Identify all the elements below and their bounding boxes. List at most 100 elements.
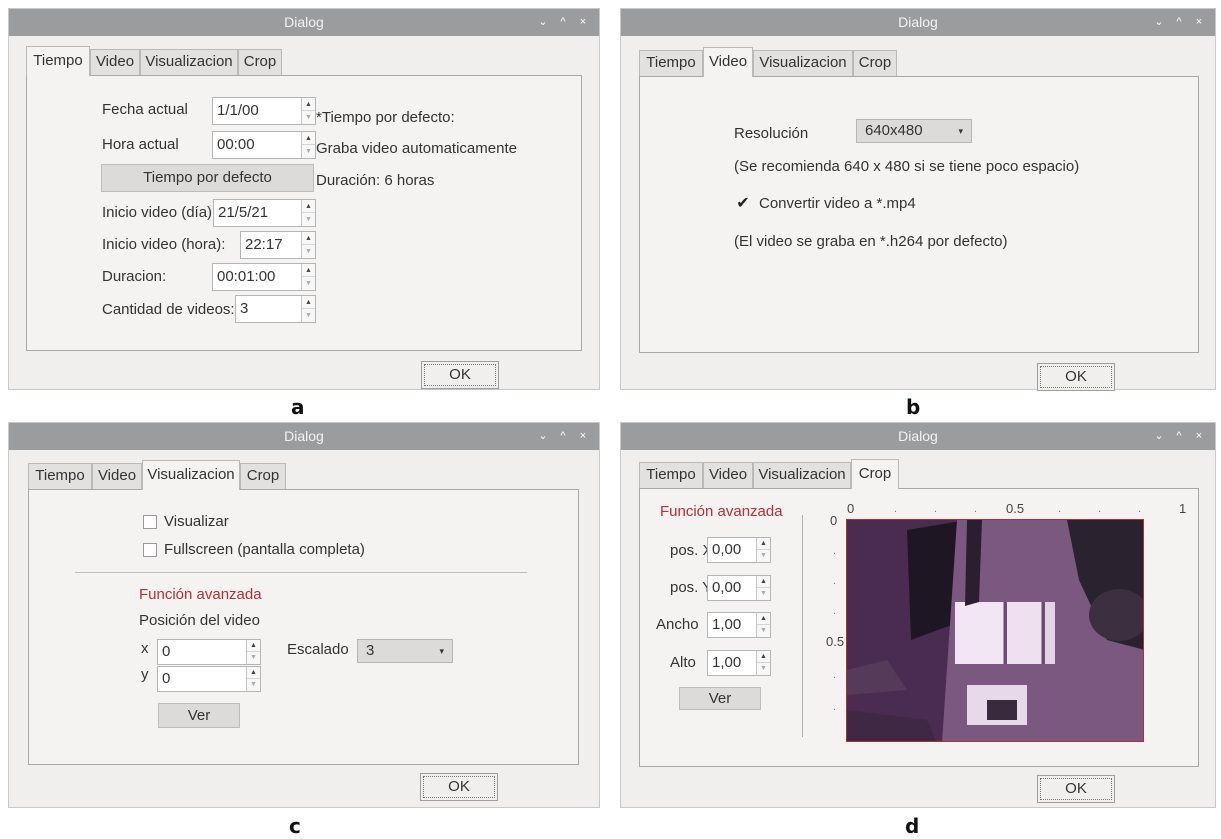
spin-up-icon[interactable]: ▲	[302, 98, 315, 111]
fecha-input[interactable]: 1/1/00 ▲ ▼	[212, 97, 316, 125]
y-input[interactable]: 0 ▲ ▼	[157, 666, 261, 692]
window-controls: ⌄ ^ ×	[1149, 423, 1209, 450]
ok-button[interactable]: OK	[1037, 363, 1115, 391]
close-icon[interactable]: ×	[573, 423, 593, 450]
spin-down-icon[interactable]: ▼	[302, 111, 315, 124]
spin-down-icon[interactable]: ▼	[302, 277, 315, 290]
hora-input[interactable]: 00:00 ▲ ▼	[212, 131, 316, 159]
spin-down-icon[interactable]: ▼	[247, 679, 260, 691]
spin-up-icon[interactable]: ▲	[302, 232, 315, 245]
maximize-icon[interactable]: ^	[1169, 9, 1189, 36]
tab-tiempo[interactable]: Tiempo	[26, 46, 90, 76]
spin-up-icon[interactable]: ▲	[247, 640, 260, 652]
spin-down-icon[interactable]: ▼	[302, 309, 315, 322]
tiempo-por-defecto-button[interactable]: Tiempo por defecto	[101, 164, 314, 192]
x-input[interactable]: 0 ▲ ▼	[157, 639, 261, 665]
tab-visualizacion[interactable]: Visualizacion	[140, 49, 238, 75]
posx-input[interactable]: 0,00 ▲ ▼	[707, 537, 771, 563]
spin-down-icon[interactable]: ▼	[247, 652, 260, 664]
video-preview[interactable]	[846, 519, 1144, 742]
cantidad-label: Cantidad de videos:	[102, 301, 235, 318]
spin-up-icon[interactable]: ▲	[757, 538, 770, 550]
ok-button[interactable]: OK	[421, 361, 499, 389]
convert-checkbox[interactable]: ✔	[736, 196, 750, 212]
spin-up-icon[interactable]: ▲	[247, 667, 260, 679]
tab-crop[interactable]: Crop	[238, 49, 282, 75]
duracion-value: 00:01:00	[217, 268, 276, 285]
inicio-dia-input[interactable]: 21/5/21 ▲ ▼	[213, 199, 316, 227]
maximize-icon[interactable]: ^	[553, 9, 573, 36]
tab-tiempo[interactable]: Tiempo	[28, 463, 92, 489]
tab-visualizacion[interactable]: Visualizacion	[753, 462, 851, 488]
fullscreen-checkbox[interactable]	[143, 543, 157, 557]
tab-tiempo[interactable]: Tiempo	[639, 50, 703, 76]
spin-down-icon[interactable]: ▼	[302, 245, 315, 258]
tab-tiempo[interactable]: Tiempo	[639, 462, 703, 488]
ver-button[interactable]: Ver	[679, 687, 761, 710]
spin-arrows[interactable]: ▲ ▼	[246, 667, 260, 691]
spin-up-icon[interactable]: ▲	[757, 651, 770, 663]
minimize-icon[interactable]: ⌄	[1149, 9, 1169, 36]
spin-arrows[interactable]: ▲ ▼	[301, 98, 315, 124]
tab-visualizacion[interactable]: Visualizacion	[142, 460, 240, 490]
spin-down-icon[interactable]: ▼	[757, 588, 770, 600]
spin-arrows[interactable]: ▲ ▼	[301, 200, 315, 226]
spin-arrows[interactable]: ▲ ▼	[756, 538, 770, 562]
spin-down-icon[interactable]: ▼	[302, 213, 315, 226]
maximize-icon[interactable]: ^	[1169, 423, 1189, 450]
close-icon[interactable]: ×	[1189, 9, 1209, 36]
spin-arrows[interactable]: ▲ ▼	[301, 132, 315, 158]
tab-video[interactable]: Video	[703, 47, 753, 77]
spin-arrows[interactable]: ▲ ▼	[756, 613, 770, 637]
spin-up-icon[interactable]: ▲	[302, 296, 315, 309]
ok-button[interactable]: OK	[1037, 775, 1115, 803]
spin-down-icon[interactable]: ▼	[302, 145, 315, 158]
fecha-label: Fecha actual	[102, 101, 188, 118]
alto-input[interactable]: 1,00 ▲ ▼	[707, 650, 771, 676]
tab-video[interactable]: Video	[90, 49, 140, 75]
maximize-icon[interactable]: ^	[553, 423, 573, 450]
spin-down-icon[interactable]: ▼	[757, 663, 770, 675]
posy-input[interactable]: 0,00 ▲ ▼	[707, 575, 771, 601]
tick-dot: .	[833, 575, 837, 587]
inicio-hora-input[interactable]: 22:17 ▲ ▼	[240, 231, 316, 259]
spin-up-icon[interactable]: ▲	[302, 200, 315, 213]
spin-arrows[interactable]: ▲ ▼	[301, 264, 315, 290]
tab-video[interactable]: Video	[703, 462, 753, 488]
chevron-down-icon: ▾	[958, 126, 963, 136]
resolucion-value: 640x480	[865, 122, 923, 139]
tab-crop[interactable]: Crop	[851, 459, 899, 489]
window-title: Dialog	[284, 14, 324, 30]
spin-arrows[interactable]: ▲ ▼	[756, 651, 770, 675]
tab-crop[interactable]: Crop	[853, 50, 897, 76]
ok-button[interactable]: OK	[420, 773, 498, 801]
tab-video[interactable]: Video	[92, 463, 142, 489]
close-icon[interactable]: ×	[573, 9, 593, 36]
cantidad-input[interactable]: 3 ▲ ▼	[235, 295, 316, 323]
spin-up-icon[interactable]: ▲	[302, 264, 315, 277]
minimize-icon[interactable]: ⌄	[533, 9, 553, 36]
tick-dot: .	[833, 605, 837, 617]
spin-up-icon[interactable]: ▲	[302, 132, 315, 145]
escalado-select[interactable]: 3 ▾	[357, 639, 453, 663]
title-bar: Dialog	[9, 9, 599, 36]
minimize-icon[interactable]: ⌄	[1149, 423, 1169, 450]
resolucion-select[interactable]: 640x480 ▾	[856, 119, 972, 143]
spin-arrows[interactable]: ▲ ▼	[301, 232, 315, 258]
close-icon[interactable]: ×	[1189, 423, 1209, 450]
spin-arrows[interactable]: ▲ ▼	[756, 576, 770, 600]
tab-visualizacion[interactable]: Visualizacion	[753, 50, 853, 76]
tick-dot: .	[934, 503, 938, 515]
spin-up-icon[interactable]: ▲	[757, 576, 770, 588]
spin-down-icon[interactable]: ▼	[757, 550, 770, 562]
tab-crop[interactable]: Crop	[240, 463, 286, 489]
visualizar-checkbox[interactable]	[143, 515, 157, 529]
duracion-input[interactable]: 00:01:00 ▲ ▼	[212, 263, 316, 291]
ver-button[interactable]: Ver	[158, 703, 240, 728]
spin-arrows[interactable]: ▲ ▼	[246, 640, 260, 664]
spin-up-icon[interactable]: ▲	[757, 613, 770, 625]
spin-down-icon[interactable]: ▼	[757, 625, 770, 637]
ancho-input[interactable]: 1,00 ▲ ▼	[707, 612, 771, 638]
minimize-icon[interactable]: ⌄	[533, 423, 553, 450]
spin-arrows[interactable]: ▲ ▼	[301, 296, 315, 322]
